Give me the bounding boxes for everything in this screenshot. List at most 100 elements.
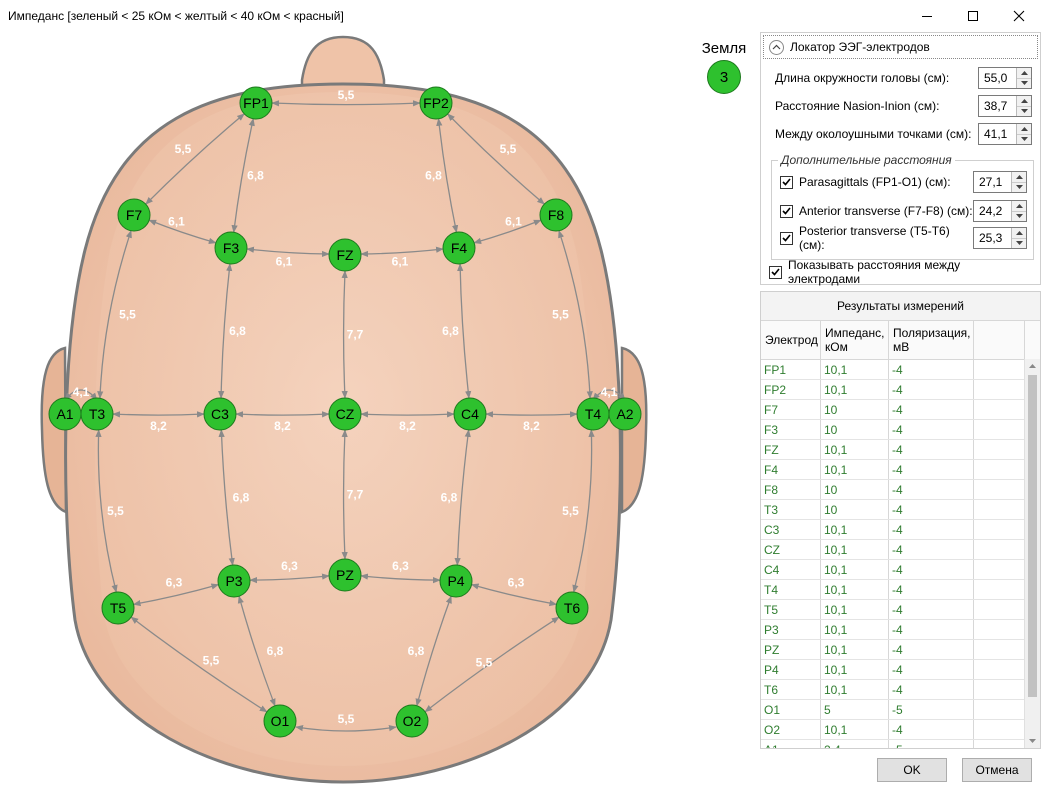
table-row[interactable]: F4 10,1 -4: [761, 460, 1040, 480]
electrode-fp1[interactable]: FP1: [239, 86, 273, 120]
ok-button[interactable]: OK: [877, 758, 947, 782]
distance-o1-o2: 5,5: [338, 712, 355, 726]
preauricular-stepper[interactable]: 41,1: [978, 123, 1032, 145]
spin-up-icon[interactable]: [1012, 172, 1026, 183]
scroll-down-icon[interactable]: [1025, 734, 1040, 748]
distance-f7-t3: 5,5: [119, 308, 136, 322]
nasion-inion-value[interactable]: 38,7: [979, 96, 1016, 116]
anterior-checkbox[interactable]: [780, 204, 793, 218]
electrode-t3[interactable]: T3: [80, 397, 114, 431]
head-circ-stepper[interactable]: 55,0: [978, 67, 1032, 89]
electrode-fz[interactable]: FZ: [328, 238, 362, 272]
parasagittal-row: Parasagittals (FP1-O1) (см): 27,1: [780, 171, 1027, 193]
parasagittal-value[interactable]: 27,1: [974, 172, 1011, 192]
table-row[interactable]: T4 10,1 -4: [761, 580, 1040, 600]
cell-electrode: O1: [761, 700, 821, 719]
electrode-pz[interactable]: PZ: [328, 558, 362, 592]
anterior-stepper[interactable]: 24,2: [973, 200, 1027, 222]
spin-down-icon[interactable]: [1017, 134, 1031, 144]
cell-impedance: 10,1: [821, 360, 889, 379]
spin-up-icon[interactable]: [1012, 228, 1026, 239]
table-row[interactable]: T5 10,1 -4: [761, 600, 1040, 620]
spin-up-icon[interactable]: [1012, 201, 1026, 212]
electrode-c3[interactable]: C3: [203, 397, 237, 431]
spin-down-icon[interactable]: [1017, 78, 1031, 88]
posterior-value[interactable]: 25,3: [974, 228, 1011, 248]
cancel-button[interactable]: Отмена: [962, 758, 1032, 782]
posterior-stepper[interactable]: 25,3: [973, 227, 1027, 249]
electrode-f4[interactable]: F4: [442, 231, 476, 265]
locator-header[interactable]: Локатор ЭЭГ-электродов: [763, 35, 1038, 59]
table-row[interactable]: A12,4-5: [761, 740, 1040, 748]
head-circ-value[interactable]: 55,0: [979, 68, 1016, 88]
table-row[interactable]: C4 10,1 -4: [761, 560, 1040, 580]
spin-up-icon[interactable]: [1017, 96, 1031, 107]
electrode-a2[interactable]: A2: [608, 397, 642, 431]
table-row[interactable]: P4 10,1 -4: [761, 660, 1040, 680]
results-scrollbar[interactable]: [1024, 359, 1040, 748]
spin-up-icon[interactable]: [1017, 68, 1031, 79]
electrode-p3[interactable]: P3: [217, 564, 251, 598]
table-row[interactable]: O1 5 -5: [761, 700, 1040, 720]
table-row[interactable]: P3 10,1 -4: [761, 620, 1040, 640]
minimize-button[interactable]: [904, 0, 950, 31]
electrode-label: PZ: [336, 567, 354, 583]
close-button[interactable]: [996, 0, 1042, 31]
table-row[interactable]: PZ 10,1 -4: [761, 640, 1040, 660]
ground-indicator: Земля 3: [700, 40, 748, 94]
electrode-fp2[interactable]: FP2: [419, 86, 453, 120]
parasagittal-stepper[interactable]: 27,1: [973, 171, 1027, 193]
table-row[interactable]: FP1 10,1 -4: [761, 360, 1040, 380]
spin-down-icon[interactable]: [1017, 106, 1031, 116]
electrode-t6[interactable]: T6: [555, 591, 589, 625]
table-row[interactable]: FP2 10,1 -4: [761, 380, 1040, 400]
cell-impedance: 10,1: [821, 600, 889, 619]
anterior-value[interactable]: 24,2: [974, 201, 1011, 221]
spin-down-icon[interactable]: [1012, 238, 1026, 248]
scroll-up-icon[interactable]: [1025, 359, 1040, 373]
cell-electrode: FZ: [761, 440, 821, 459]
table-row[interactable]: T3 10 -4: [761, 500, 1040, 520]
col-impedance[interactable]: Импеданс, кОм: [821, 321, 889, 359]
electrode-f7[interactable]: F7: [117, 198, 151, 232]
maximize-button[interactable]: [950, 0, 996, 31]
table-row[interactable]: FZ 10,1 -4: [761, 440, 1040, 460]
cell-electrode: O2: [761, 720, 821, 739]
cell-extra: [974, 360, 1025, 379]
spin-down-icon[interactable]: [1012, 211, 1026, 221]
show-distances-checkbox[interactable]: [769, 265, 782, 279]
electrode-f3[interactable]: F3: [214, 231, 248, 265]
table-row[interactable]: T6 10,1 -4: [761, 680, 1040, 700]
parasagittal-checkbox[interactable]: [780, 175, 793, 189]
cell-extra: [974, 660, 1025, 679]
table-row[interactable]: CZ 10,1 -4: [761, 540, 1040, 560]
table-row[interactable]: F8 10 -4: [761, 480, 1040, 500]
distance-fp1-f3: 6,8: [247, 169, 264, 183]
electrode-o2[interactable]: O2: [395, 704, 429, 738]
nasion-inion-stepper[interactable]: 38,7: [978, 95, 1032, 117]
cell-extra: [974, 520, 1025, 539]
table-row[interactable]: F7 10 -4: [761, 400, 1040, 420]
table-row[interactable]: C3 10,1 -4: [761, 520, 1040, 540]
collapse-icon[interactable]: [769, 39, 784, 55]
preauricular-value[interactable]: 41,1: [979, 124, 1016, 144]
electrode-cz[interactable]: CZ: [328, 397, 362, 431]
col-extra: [974, 321, 1025, 359]
posterior-checkbox[interactable]: [780, 231, 793, 245]
electrode-t4[interactable]: T4: [576, 397, 610, 431]
electrode-label: C4: [461, 406, 479, 422]
scroll-thumb[interactable]: [1028, 375, 1037, 697]
electrode-o1[interactable]: O1: [263, 704, 297, 738]
electrode-p4[interactable]: P4: [439, 564, 473, 598]
table-row[interactable]: F3 10 -4: [761, 420, 1040, 440]
electrode-f8[interactable]: F8: [539, 198, 573, 232]
electrode-c4[interactable]: C4: [453, 397, 487, 431]
spin-up-icon[interactable]: [1017, 124, 1031, 135]
col-polarization[interactable]: Поляризация, мВ: [889, 321, 974, 359]
preauricular-label: Между околоушными точками (см):: [775, 127, 972, 141]
table-row[interactable]: O2 10,1 -4: [761, 720, 1040, 740]
col-electrode[interactable]: Электрод: [761, 321, 821, 359]
spin-down-icon[interactable]: [1012, 182, 1026, 192]
electrode-a1[interactable]: A1: [48, 397, 82, 431]
electrode-t5[interactable]: T5: [101, 591, 135, 625]
